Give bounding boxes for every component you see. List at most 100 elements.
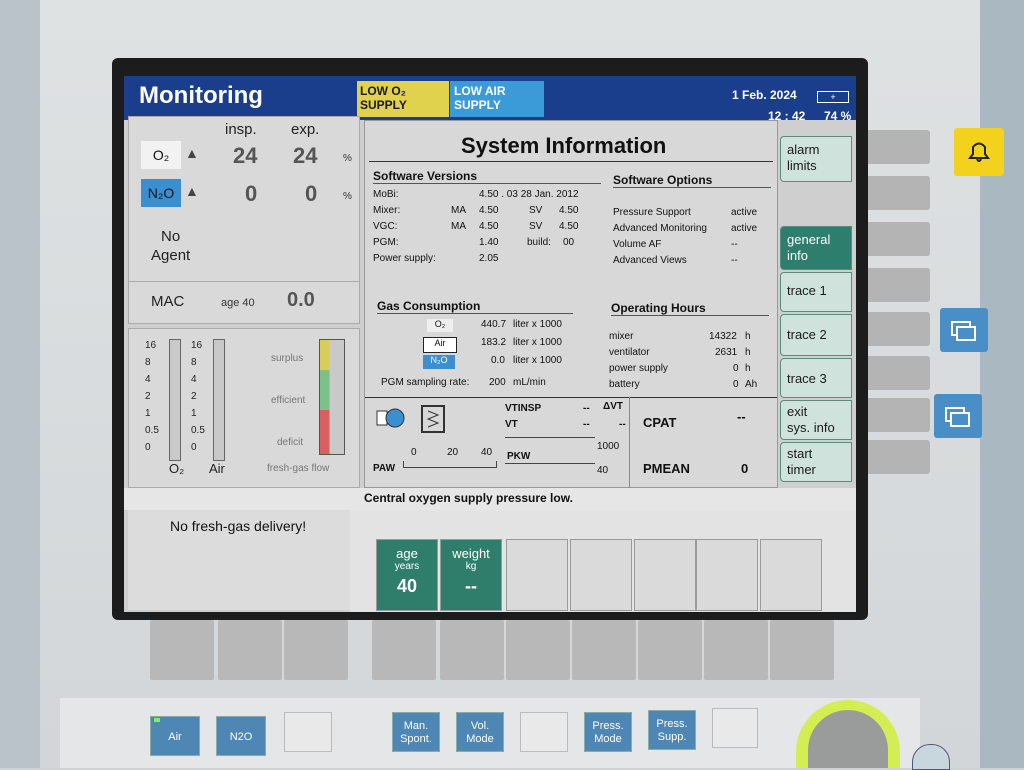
oh-mixer-value: 14322 xyxy=(709,331,737,342)
age-button[interactable]: age years 40 xyxy=(376,539,438,611)
layers-icon xyxy=(945,407,970,427)
scale-tick: 8 xyxy=(191,357,197,368)
scale-tick: 1 xyxy=(191,408,197,419)
mac-label: MAC xyxy=(151,293,185,310)
empty-param-button[interactable] xyxy=(696,539,758,611)
hardkey[interactable] xyxy=(866,130,930,164)
alarm-low-air-supply[interactable]: LOW AIR SUPPLY xyxy=(450,81,544,117)
softkey-trace-1[interactable]: trace 1 xyxy=(780,272,852,312)
man-spont-key[interactable]: Man. Spont. xyxy=(392,712,440,752)
screen-layout-button[interactable] xyxy=(940,308,988,352)
softkey-general-info[interactable]: general info xyxy=(780,226,852,270)
power-button[interactable] xyxy=(912,744,950,770)
vgc-sv: SV xyxy=(529,221,543,232)
hardkey[interactable] xyxy=(704,620,768,680)
hardkey[interactable] xyxy=(866,356,930,390)
hardkey[interactable] xyxy=(866,312,930,346)
o2-insp: 24 xyxy=(233,143,258,168)
power-supply-label: Power supply: xyxy=(373,253,436,264)
bellows-icon xyxy=(421,405,445,433)
oh-ventilator-value: 2631 xyxy=(715,347,738,358)
gc-n2o-label: N₂O xyxy=(423,355,455,369)
operating-hours-heading: Operating Hours xyxy=(611,301,769,316)
hardkey[interactable] xyxy=(866,222,930,256)
press-supp-key[interactable]: Press. Supp. xyxy=(648,710,696,750)
hardkey[interactable] xyxy=(284,620,348,680)
pgm-rate-label: PGM sampling rate: xyxy=(381,377,470,388)
blank-key[interactable] xyxy=(520,712,568,752)
hardkey[interactable] xyxy=(440,620,504,680)
air-flow-bar xyxy=(213,339,225,461)
layers-icon xyxy=(951,321,976,341)
hardkey[interactable] xyxy=(770,620,834,680)
vt-value: -- xyxy=(583,419,590,430)
alarm-line: LOW O₂ xyxy=(360,84,406,98)
weight-button[interactable]: weight kg -- xyxy=(440,539,502,611)
scale-tick: 4 xyxy=(191,374,197,385)
blank-key[interactable] xyxy=(284,712,332,752)
option-pressure-support: Pressure Support xyxy=(613,207,691,218)
empty-param-button[interactable] xyxy=(506,539,568,611)
n2o-key[interactable]: N2O xyxy=(216,716,266,756)
software-versions-heading: Software Versions xyxy=(373,169,601,184)
oh-unit: h xyxy=(745,347,751,358)
scale-tick: 0.5 xyxy=(191,425,205,436)
fresh-gas-gauge xyxy=(319,339,345,455)
softkey-trace-3[interactable]: trace 3 xyxy=(780,358,852,398)
o2-exp: 24 xyxy=(293,143,318,168)
scale-tick: 16 xyxy=(191,340,203,351)
scale-tick: 2 xyxy=(145,391,151,402)
software-options-heading: Software Options xyxy=(613,173,771,188)
n2o-unit: % xyxy=(343,191,352,202)
softkey-start-timer[interactable]: start timer xyxy=(780,442,852,482)
alarm-silence-button[interactable] xyxy=(954,128,1004,176)
hardkey[interactable] xyxy=(638,620,702,680)
fresh-gas-message: No fresh-gas delivery! xyxy=(170,518,307,534)
softkey-alarm-limits[interactable]: alarm limits xyxy=(780,136,852,182)
hardkey[interactable] xyxy=(506,620,570,680)
oh-unit-ah: Ah xyxy=(745,379,758,390)
delta-vt-value: -- xyxy=(619,419,626,430)
oh-battery-label: battery xyxy=(609,379,640,390)
alarm-off-icon: ▲ xyxy=(185,145,199,161)
pkw-label: PKW xyxy=(507,451,531,462)
divider xyxy=(369,161,773,162)
vt-insp-label: VTINSP xyxy=(505,403,542,414)
oh-unit: h xyxy=(745,331,751,342)
screen-layout-button-2[interactable] xyxy=(934,394,982,438)
empty-param-button[interactable] xyxy=(760,539,822,611)
ventilator-icon xyxy=(376,408,405,428)
o2-unit: % xyxy=(343,153,352,164)
hardkey[interactable] xyxy=(150,620,214,680)
message-bar: Central oxygen supply pressure low. xyxy=(124,488,856,510)
hardkey[interactable] xyxy=(866,440,930,474)
hardkey[interactable] xyxy=(218,620,282,680)
air-key[interactable]: Air xyxy=(150,716,200,756)
softkey-exit-sys-info[interactable]: exit sys. info xyxy=(780,400,852,440)
blank-key[interactable] xyxy=(712,708,758,748)
hardkey[interactable] xyxy=(866,268,930,302)
empty-param-button[interactable] xyxy=(570,539,632,611)
scale-tick: 1 xyxy=(145,408,151,419)
air-flow-label: Air xyxy=(209,461,225,476)
alarm-low-o2-supply[interactable]: LOW O₂ SUPPLY xyxy=(357,81,449,117)
hardkey[interactable] xyxy=(372,620,436,680)
scale-tick: 0 xyxy=(191,442,197,453)
press-mode-key[interactable]: Press. Mode xyxy=(584,712,632,752)
page-title: Monitoring xyxy=(139,82,263,109)
mixer-ma: MA xyxy=(451,205,466,216)
hardkey[interactable] xyxy=(866,398,930,432)
gc-o2-unit: liter x 1000 xyxy=(513,319,562,330)
hardkey[interactable] xyxy=(866,176,930,210)
age-label: age xyxy=(396,546,418,561)
mac-value: 0.0 xyxy=(287,289,315,311)
air-led xyxy=(154,718,160,722)
pgm-label: PGM: xyxy=(373,237,399,248)
pgm-build-value: 00 xyxy=(563,237,575,248)
gc-air-label: Air xyxy=(423,337,457,353)
hardkey[interactable] xyxy=(572,620,636,680)
vol-mode-key[interactable]: Vol. Mode xyxy=(456,712,504,752)
empty-param-button[interactable] xyxy=(634,539,696,611)
softkey-trace-2[interactable]: trace 2 xyxy=(780,314,852,356)
battery-icon: + xyxy=(817,91,849,103)
